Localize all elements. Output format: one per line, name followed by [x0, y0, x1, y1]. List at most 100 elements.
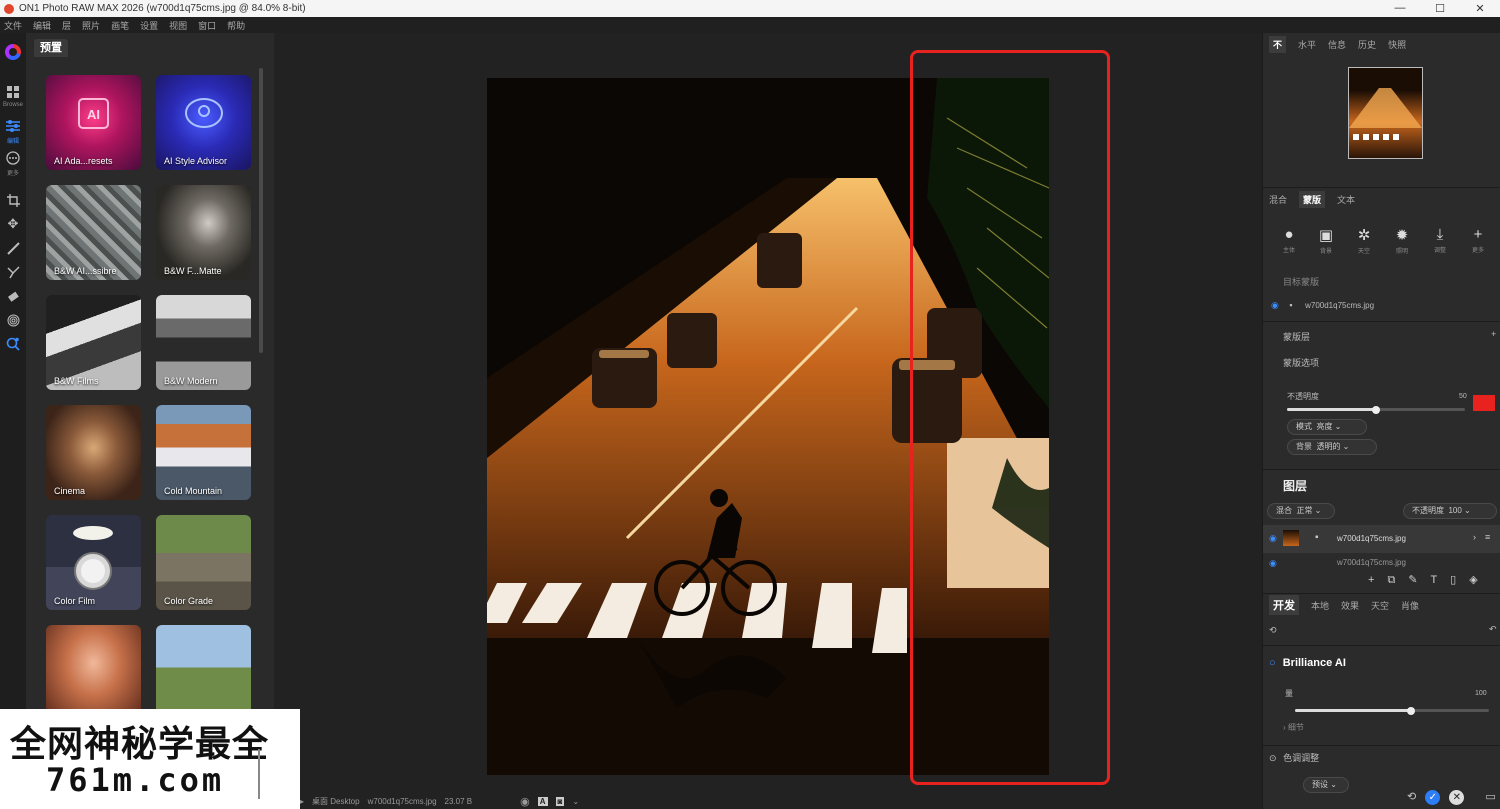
preset-bw-films[interactable]: B&W Films: [46, 295, 141, 390]
undo-icon[interactable]: ↶: [1489, 624, 1497, 635]
tone-header[interactable]: ⊙ 色调调整: [1269, 751, 1319, 764]
menu-brush[interactable]: 画笔: [111, 19, 129, 32]
preset-ai-adaptive[interactable]: AI AI Ada...resets: [46, 75, 141, 170]
eraser-icon[interactable]: [4, 287, 22, 305]
menu-view[interactable]: 视图: [169, 19, 187, 32]
amount-knob[interactable]: [1407, 707, 1416, 715]
layer-visibility-icon[interactable]: ◉: [1269, 558, 1277, 568]
revert-icon[interactable]: ⟲: [1407, 791, 1416, 803]
tab-info[interactable]: 信息: [1328, 38, 1346, 51]
blend-mode-dropdown[interactable]: 混合 正常 ⌄: [1267, 503, 1335, 519]
toggle-circle-icon[interactable]: ⊙: [1269, 753, 1277, 763]
tab-sky[interactable]: 天空: [1371, 599, 1389, 612]
mask-more-button[interactable]: + 更多: [1463, 226, 1493, 254]
mask-adjust-button[interactable]: ⤓ 调整: [1425, 226, 1455, 254]
add-mask-layer-icon[interactable]: +: [1491, 329, 1496, 339]
edit-sliders-icon[interactable]: [4, 117, 22, 135]
menu-help[interactable]: 帮助: [227, 19, 245, 32]
presets-scrollbar[interactable]: [259, 68, 263, 353]
duplicate-layer-icon[interactable]: ⧉: [1388, 574, 1396, 586]
reset-icon[interactable]: ⟲: [1269, 625, 1277, 636]
ai-search-icon[interactable]: [4, 335, 22, 353]
preset-bw-film-matte[interactable]: B&W F...Matte: [156, 185, 251, 280]
chevron-down-icon[interactable]: ⌄: [572, 797, 579, 806]
toggle-circle-icon[interactable]: ○: [1269, 657, 1276, 669]
chevron-right-icon[interactable]: ›: [1473, 532, 1476, 542]
close-button[interactable]: ✕: [1460, 2, 1500, 15]
tab-masks[interactable]: 蒙版: [1299, 190, 1326, 208]
tab-effects[interactable]: 效果: [1341, 599, 1359, 612]
panel-toggle-icon[interactable]: ▭: [1485, 791, 1495, 803]
background-dropdown[interactable]: 背景 透明的 ⌄: [1287, 439, 1377, 455]
layers-stack-icon[interactable]: ◈: [1469, 574, 1477, 586]
menu-photo[interactable]: 照片: [82, 19, 100, 32]
cancel-x-icon[interactable]: ✕: [1449, 790, 1465, 805]
layer-menu-icon[interactable]: ≡: [1485, 532, 1490, 542]
more-circle-icon[interactable]: [4, 149, 22, 167]
preset-cinema[interactable]: Cinema: [46, 405, 141, 500]
mask-sky-button[interactable]: ✲ 天空: [1349, 226, 1379, 255]
overlay-color-swatch[interactable]: [1473, 395, 1495, 411]
tab-portrait[interactable]: 肖像: [1401, 599, 1419, 612]
text-layer-icon[interactable]: T: [1431, 574, 1438, 586]
preset-color-grade[interactable]: Color Grade: [156, 515, 251, 610]
menu-window[interactable]: 窗口: [198, 19, 216, 32]
fingerprint-icon[interactable]: [4, 311, 22, 329]
tab-local[interactable]: 本地: [1311, 599, 1329, 612]
minimize-button[interactable]: —: [1380, 2, 1420, 15]
tab-text[interactable]: 文本: [1337, 193, 1355, 206]
preset-bw-ai-sensitive[interactable]: B&W AI...ssibre: [46, 185, 141, 280]
apply-check-icon[interactable]: ✓: [1425, 790, 1441, 805]
layer-opacity-dropdown[interactable]: 不透明度 100 ⌄: [1403, 503, 1497, 519]
brilliance-header[interactable]: ○ Brilliance AI: [1269, 657, 1346, 669]
overlay-opacity-knob[interactable]: [1372, 406, 1380, 414]
status-file: w700d1q75cms.jpg: [367, 796, 437, 806]
auto-icon[interactable]: A: [537, 796, 548, 806]
menu-layer[interactable]: 层: [62, 19, 71, 32]
details-toggle[interactable]: › 细节: [1283, 722, 1304, 733]
tab-presets[interactable]: 预置: [34, 39, 68, 57]
navigator-thumbnail[interactable]: [1348, 67, 1423, 159]
tab-blend[interactable]: 混合: [1269, 193, 1287, 206]
preset-cold-mountain[interactable]: Cold Mountain: [156, 405, 251, 500]
brush-icon[interactable]: [4, 239, 22, 257]
add-layer-icon[interactable]: +: [1368, 574, 1374, 586]
move-icon[interactable]: ✥: [4, 215, 22, 233]
tab-navigator[interactable]: 不: [1269, 35, 1287, 53]
tab-develop[interactable]: 开发: [1269, 595, 1299, 615]
tab-history[interactable]: 历史: [1358, 38, 1376, 51]
maximize-button[interactable]: ☐: [1420, 2, 1460, 15]
preset-pill[interactable]: 预设 ⌄: [1303, 777, 1349, 793]
eye-icon[interactable]: ◉: [520, 795, 530, 808]
layer-row[interactable]: ◉ ▪ w700d1q75cms.jpg › ≡: [1263, 525, 1500, 553]
brush-layer-icon[interactable]: ✎: [1408, 574, 1417, 586]
trash-icon[interactable]: ▯: [1450, 574, 1456, 586]
mask-lighting-button[interactable]: ✹ 照明: [1387, 226, 1417, 255]
menu-file[interactable]: 文件: [4, 19, 22, 32]
layer-opacity-label: 不透明度: [1412, 506, 1444, 515]
layer-row[interactable]: ◉ w700d1q75cms.jpg: [1263, 556, 1500, 568]
menu-settings[interactable]: 设置: [140, 19, 158, 32]
layer-visibility-icon[interactable]: ◉: [1269, 533, 1277, 544]
preset-label: B&W F...Matte: [164, 266, 222, 276]
preset-bw-modern[interactable]: B&W Modern: [156, 295, 251, 390]
mask-subject-button[interactable]: ● 主体: [1274, 226, 1304, 254]
mask-view-icon[interactable]: ◙: [555, 796, 565, 806]
layer-mask-icon: ▪: [1315, 532, 1319, 543]
tab-level[interactable]: 水平: [1298, 38, 1316, 51]
preset-label: Cinema: [54, 486, 86, 496]
preset-portrait-warm[interactable]: [46, 625, 141, 720]
mode-dropdown[interactable]: 模式 亮度 ⌄: [1287, 419, 1367, 435]
adjust-brush-icon[interactable]: [4, 263, 22, 281]
mask-background-button[interactable]: ▣ 背景: [1311, 226, 1341, 255]
preset-landscape[interactable]: [156, 625, 251, 720]
browse-grid-icon[interactable]: [4, 83, 22, 101]
preset-color-film[interactable]: Color Film: [46, 515, 141, 610]
crop-icon[interactable]: [4, 191, 22, 209]
menu-edit[interactable]: 编辑: [33, 19, 51, 32]
preset-ai-style-advisor[interactable]: AI Style Advisor: [156, 75, 251, 170]
target-mask-row[interactable]: ◉ ▪ w700d1q75cms.jpg: [1271, 300, 1374, 311]
status-bar: ▸ 桌面 Desktop w700d1q75cms.jpg 23.07 B ◉ …: [300, 793, 1262, 809]
status-path[interactable]: 桌面 Desktop: [312, 796, 360, 807]
tab-snapshots[interactable]: 快照: [1388, 38, 1406, 51]
